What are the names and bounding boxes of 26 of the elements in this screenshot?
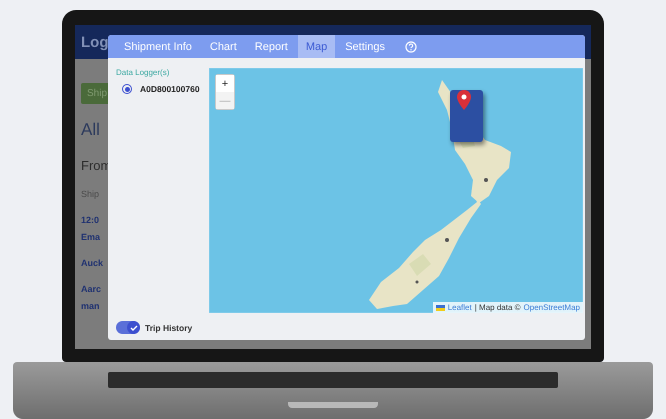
page-heading: All (81, 120, 100, 140)
radio-button[interactable] (122, 84, 132, 94)
help-icon (404, 40, 417, 52)
shipment-entry: Aarc (81, 284, 102, 294)
tab[interactable]: Report (246, 35, 296, 58)
map-pin-icon[interactable] (457, 90, 471, 110)
tab[interactable]: Shipment Info (116, 35, 200, 58)
marker-popup[interactable] (450, 90, 483, 142)
shipment-entry: Ema (81, 232, 100, 242)
leaflet-link[interactable]: Leaflet (448, 303, 472, 312)
shipment-entry: Auck (81, 258, 104, 268)
zoom-out-button[interactable]: — (216, 92, 234, 109)
tab[interactable]: Settings (337, 35, 393, 58)
check-icon (130, 324, 138, 332)
toggle-label: Trip History (145, 322, 192, 332)
toggle-switch[interactable] (116, 321, 140, 334)
tab[interactable]: Chart (202, 35, 245, 58)
logger-id: A0D800100760 (140, 84, 200, 94)
attribution-text: | Map data © (474, 303, 521, 312)
app-title: Log (81, 34, 108, 50)
logger-label: Data Logger(s) (116, 68, 170, 77)
source-link[interactable]: OpenStreetMap (524, 303, 580, 312)
tab[interactable]: Map (298, 35, 336, 58)
flag-icon (436, 304, 445, 310)
shipment-entry: man (81, 301, 100, 311)
shipment-entry: 12:0 (81, 215, 100, 225)
